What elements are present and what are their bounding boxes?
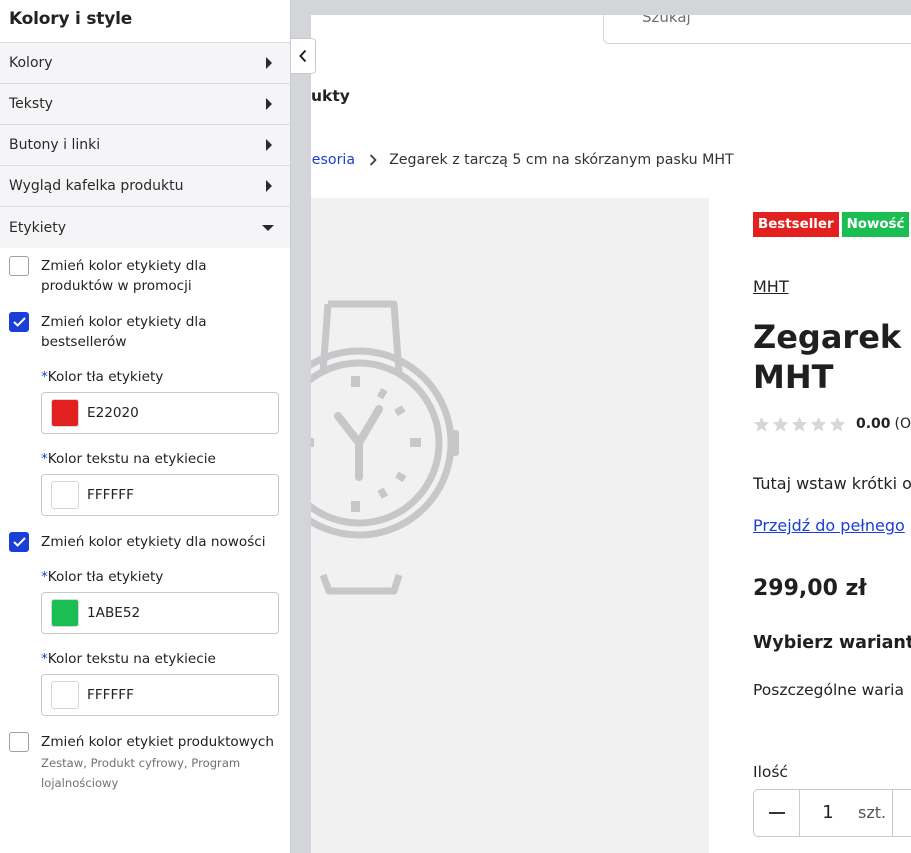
quantity-unit: szt. [858,803,887,822]
new-bg-color-field[interactable]: 1ABE52 [41,592,279,634]
variant-heading: Wybierz wariant [753,633,911,653]
checkbox-promo[interactable] [9,256,29,276]
rating-stars [753,416,846,432]
brand-link[interactable]: MHT [753,277,789,296]
option-promo-label-color: Zmień kolor etykiety dla produktów w pro… [9,256,281,296]
new-badge: Nowość [841,212,910,237]
quantity-stepper: 1 szt. [753,789,911,837]
color-swatch[interactable] [51,481,79,509]
color-value: 1ABE52 [87,605,141,621]
checkmark-icon [12,317,26,327]
caret-right-icon [266,98,272,110]
section-etykiety[interactable]: Etykiety [0,207,290,248]
color-value: E22020 [87,405,139,421]
caret-right-icon [266,139,272,151]
option-label: Zmień kolor etykiet produktowych Zestaw,… [41,732,281,793]
option-sublabel: Zestaw, Produkt cyfrowy, Program lojalno… [41,756,241,790]
option-label: Zmień kolor etykiety dla nowości [41,534,266,550]
section-wyglad-kafelka[interactable]: Wygląd kafelka produktu [0,166,290,207]
star-icon [753,416,770,432]
breadcrumb-current: Zegarek z tarczą 5 cm na skórzanym pasku… [389,152,734,168]
section-label: Teksty [9,96,53,112]
minus-icon [768,812,785,814]
chevron-right-icon [369,154,377,166]
full-description-link[interactable]: Przejdź do pełnego [753,516,905,535]
breadcrumb: cesoria Zegarek z tarczą 5 cm na skórzan… [311,152,734,168]
section-label: Butony i linki [9,137,101,153]
section-label: Kolory [9,55,53,71]
option-bestseller-label-color: Zmień kolor etykiety dla bestsellerów [9,312,281,352]
section-teksty[interactable]: Teksty [0,84,290,125]
field-label: *Kolor tła etykiety [41,369,164,385]
color-value: FFFFFF [87,687,134,703]
star-icon [810,416,827,432]
chevron-left-icon [299,49,307,63]
star-icon [829,416,846,432]
new-text-color-field[interactable]: FFFFFF [41,674,279,716]
bestseller-text-color-field[interactable]: FFFFFF [41,474,279,516]
option-label: Zmień kolor etykiety dla bestsellerów [41,314,207,350]
star-icon [791,416,808,432]
search-placeholder: Szukaj [642,15,691,26]
section-label: Wygląd kafelka produktu [9,178,184,194]
rating-count: (O [894,416,911,432]
option-product-labels-color: Zmień kolor etykiet produktowych Zestaw,… [9,732,281,793]
checkbox-product-labels[interactable] [9,732,29,752]
increase-quantity-button[interactable] [892,790,902,836]
search-input[interactable]: Szukaj [603,15,911,44]
star-icon [772,416,789,432]
store-preview: Szukaj ukty cesoria Zegarek z tarczą 5 c… [311,15,911,853]
color-swatch[interactable] [51,681,79,709]
watch-placeholder-icon [311,300,459,595]
bestseller-badge: Bestseller [753,212,839,237]
field-label: *Kolor tła etykiety [41,569,164,585]
caret-down-icon [262,224,274,231]
section-label: Etykiety [9,219,67,236]
collapse-panel-button[interactable] [291,38,316,74]
color-value: FFFFFF [87,487,134,503]
color-swatch[interactable] [51,399,79,427]
quantity-label: Ilość [753,763,788,781]
panel-title: Kolory i style [0,0,290,43]
variant-text: Poszczególne waria [753,681,904,699]
checkbox-bestseller[interactable] [9,312,29,332]
product-badges: Bestseller Nowość [753,212,910,237]
short-description: Tutaj wstaw krótki o [753,474,911,493]
caret-right-icon [266,57,272,69]
quantity-input[interactable]: 1 [800,790,856,836]
checkmark-icon [12,537,26,547]
section-kolory[interactable]: Kolory [0,43,290,84]
decrease-quantity-button[interactable] [754,790,800,836]
field-label: *Kolor tekstu na etykiecie [41,651,216,667]
checkbox-new[interactable] [9,532,29,552]
field-label: *Kolor tekstu na etykiecie [41,451,216,467]
option-new-label-color: Zmień kolor etykiety dla nowości [9,532,281,552]
product-price: 299,00 zł [753,576,867,601]
product-title: Zegarek z MHT [753,318,911,396]
color-swatch[interactable] [51,599,79,627]
nav-fragment[interactable]: ukty [311,87,350,105]
breadcrumb-link[interactable]: cesoria [311,152,355,168]
option-label: Zmień kolor etykiety dla produktów w pro… [41,258,207,294]
rating-value: 0.00 [856,416,891,432]
bestseller-bg-color-field[interactable]: E22020 [41,392,279,434]
settings-panel: Kolory i style Kolory Teksty Butony i li… [0,0,291,853]
caret-right-icon [266,180,272,192]
section-butony-i-linki[interactable]: Butony i linki [0,125,290,166]
product-rating[interactable]: 0.00 (O [753,416,911,432]
